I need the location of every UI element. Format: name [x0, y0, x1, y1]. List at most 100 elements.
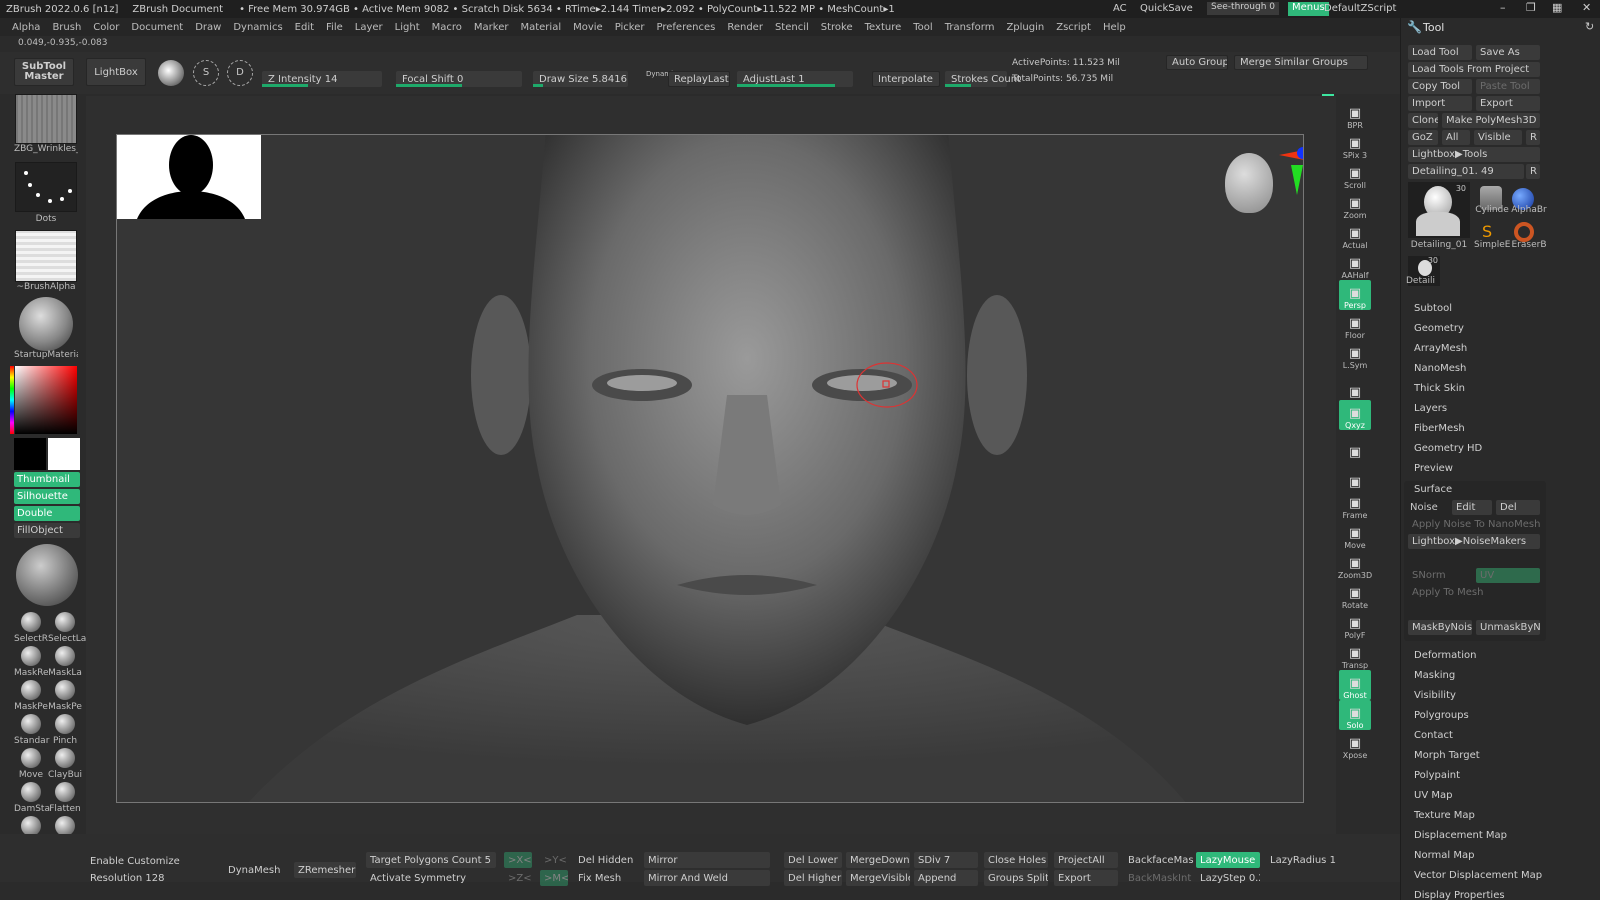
- view-zoom3d-button[interactable]: ▣ Zoom3D: [1338, 550, 1372, 581]
- section-polypaint[interactable]: Polypaint: [1414, 770, 1460, 781]
- goz-button[interactable]: GoZ: [1408, 130, 1438, 145]
- view-ghost-button[interactable]: ▣ Ghost: [1339, 670, 1371, 700]
- draw-size-slider[interactable]: Draw Size 5.8416: [533, 71, 628, 87]
- simplebrush-icon[interactable]: S: [1482, 222, 1502, 242]
- view-move-button[interactable]: ▣ Move: [1339, 520, 1371, 551]
- menu-zscript[interactable]: Zscript: [1056, 22, 1091, 33]
- brush-selectr[interactable]: SelectR: [14, 612, 48, 644]
- primary-color-swatch[interactable]: [14, 438, 46, 470]
- backmask-int-slider[interactable]: BackMaskInt: [1124, 870, 1194, 886]
- section-deformation[interactable]: Deformation: [1414, 650, 1476, 661]
- fix-mesh-button[interactable]: Fix Mesh: [574, 870, 634, 886]
- view-scroll-button[interactable]: ▣ Scroll: [1339, 160, 1371, 191]
- view-aahalf-button[interactable]: ▣ AAHalf: [1339, 250, 1371, 281]
- brush-maskla[interactable]: MaskLa: [48, 646, 82, 678]
- close-icon[interactable]: ✕: [1582, 1, 1591, 14]
- goz-all-button[interactable]: All: [1442, 130, 1470, 145]
- view-control-9-button[interactable]: ▣: [1339, 370, 1371, 400]
- eraserbrush-icon[interactable]: [1514, 222, 1534, 242]
- section-masking[interactable]: Masking: [1414, 670, 1455, 681]
- view-transp-button[interactable]: ▣ Transp: [1339, 640, 1371, 671]
- edit-mode-icon[interactable]: [158, 60, 184, 86]
- section-geometry[interactable]: Geometry: [1414, 323, 1464, 334]
- surface-section[interactable]: Surface: [1414, 484, 1452, 495]
- subtool-master-button[interactable]: SubTool Master: [14, 58, 74, 86]
- refresh-icon[interactable]: ↻: [1585, 20, 1594, 33]
- clone-button[interactable]: Clone: [1408, 113, 1438, 128]
- replay-last-button[interactable]: ReplayLast: [668, 71, 730, 87]
- unmask-by-noise-button[interactable]: UnmaskByNois: [1476, 620, 1540, 635]
- minimize-icon[interactable]: –: [1500, 1, 1506, 14]
- section-polygroups[interactable]: Polygroups: [1414, 710, 1469, 721]
- section-subtool[interactable]: Subtool: [1414, 303, 1452, 314]
- merge-visible-button[interactable]: MergeVisible: [846, 870, 910, 886]
- section-normal-map[interactable]: Normal Map: [1414, 850, 1474, 861]
- brush-standar[interactable]: Standar: [14, 714, 49, 746]
- section-arraymesh[interactable]: ArrayMesh: [1414, 343, 1467, 354]
- project-all-button[interactable]: ProjectAll: [1054, 852, 1118, 868]
- menu-light[interactable]: Light: [395, 22, 420, 33]
- resolution-slider[interactable]: Resolution 128: [86, 870, 186, 886]
- gizmo-skull[interactable]: [1221, 147, 1303, 237]
- z-intensity-slider[interactable]: Z Intensity 14: [262, 71, 382, 87]
- symmetry-x-button[interactable]: >X<: [504, 852, 532, 868]
- mirror-and-weld-button[interactable]: Mirror And Weld: [644, 870, 770, 886]
- view-xpose-button[interactable]: ▣ Xpose: [1339, 730, 1371, 761]
- section-texture-map[interactable]: Texture Map: [1414, 810, 1475, 821]
- snorm-slider[interactable]: SNorm: [1408, 568, 1472, 583]
- section-vector-displacement-map[interactable]: Vector Displacement Map: [1414, 870, 1542, 881]
- close-holes-button[interactable]: Close Holes: [984, 852, 1048, 868]
- brush-damsta[interactable]: DamSta: [14, 782, 50, 814]
- brush-move[interactable]: Move: [14, 748, 48, 780]
- import-button[interactable]: Import: [1408, 96, 1472, 111]
- section-fibermesh[interactable]: FiberMesh: [1414, 423, 1465, 434]
- view-actual-button[interactable]: ▣ Actual: [1339, 220, 1371, 251]
- view-frame-button[interactable]: ▣ Frame: [1339, 490, 1371, 521]
- view-bpr-button[interactable]: ▣ BPR: [1339, 100, 1371, 131]
- menu-transform[interactable]: Transform: [945, 22, 995, 33]
- menu-movie[interactable]: Movie: [573, 22, 603, 33]
- menu-layer[interactable]: Layer: [355, 22, 383, 33]
- navigation-sphere[interactable]: [16, 544, 78, 606]
- groups-split-button[interactable]: Groups Split: [984, 870, 1048, 886]
- menu-alpha[interactable]: Alpha: [12, 22, 40, 33]
- secondary-color-swatch[interactable]: [48, 438, 80, 470]
- script-selector[interactable]: DefaultZScript: [1324, 3, 1396, 14]
- del-higher-button[interactable]: Del Higher: [784, 870, 842, 886]
- copy-tool-button[interactable]: Copy Tool: [1408, 79, 1472, 94]
- lazystep-slider[interactable]: LazyStep 0.25: [1196, 870, 1260, 886]
- view-floor-button[interactable]: ▣ Floor: [1339, 310, 1371, 341]
- menu-texture[interactable]: Texture: [865, 22, 902, 33]
- lightbox-tools-button[interactable]: Lightbox▶Tools: [1408, 147, 1540, 162]
- brush-pinch[interactable]: Pinch: [48, 714, 82, 746]
- brush-alpha-thumbnail[interactable]: [15, 230, 77, 282]
- draw-icon[interactable]: D: [227, 60, 253, 86]
- apply-noise-nanomesh-button[interactable]: Apply Noise To NanoMesh: [1408, 517, 1540, 532]
- dynamesh-button[interactable]: DynaMesh: [224, 862, 286, 878]
- strokes-count-slider[interactable]: Strokes Count: [945, 71, 1021, 87]
- section-preview[interactable]: Preview: [1414, 463, 1453, 474]
- symmetry-m-button[interactable]: >M<: [540, 870, 568, 886]
- load-tools-from-project-button[interactable]: Load Tools From Project: [1408, 62, 1540, 77]
- section-geometry-hd[interactable]: Geometry HD: [1414, 443, 1482, 454]
- view-spix-3-button[interactable]: ▣ SPix 3: [1339, 130, 1371, 161]
- tool-r-button[interactable]: R: [1526, 164, 1540, 179]
- menu-brush[interactable]: Brush: [52, 22, 81, 33]
- menu-stroke[interactable]: Stroke: [821, 22, 853, 33]
- adjust-last-slider[interactable]: AdjustLast 1: [737, 71, 853, 87]
- menus-button[interactable]: Menus: [1288, 2, 1329, 16]
- apply-to-mesh-button[interactable]: Apply To Mesh: [1408, 585, 1540, 600]
- view-control-12-button[interactable]: ▣: [1339, 460, 1371, 490]
- export-button[interactable]: Export: [1476, 96, 1540, 111]
- menu-material[interactable]: Material: [520, 22, 561, 33]
- brush-flatten[interactable]: Flatten: [48, 782, 82, 814]
- view-zoom-button[interactable]: ▣ Zoom: [1339, 190, 1371, 221]
- menu-document[interactable]: Document: [131, 22, 183, 33]
- alpha-thumbnail[interactable]: [15, 94, 77, 144]
- export-bottom-button[interactable]: Export: [1054, 870, 1118, 886]
- view-rotate-button[interactable]: ▣ Rotate: [1339, 580, 1371, 611]
- menu-tool[interactable]: Tool: [913, 22, 932, 33]
- section-morph-target[interactable]: Morph Target: [1414, 750, 1480, 761]
- noise-button[interactable]: Noise: [1408, 500, 1448, 515]
- double-button[interactable]: Double: [14, 506, 80, 521]
